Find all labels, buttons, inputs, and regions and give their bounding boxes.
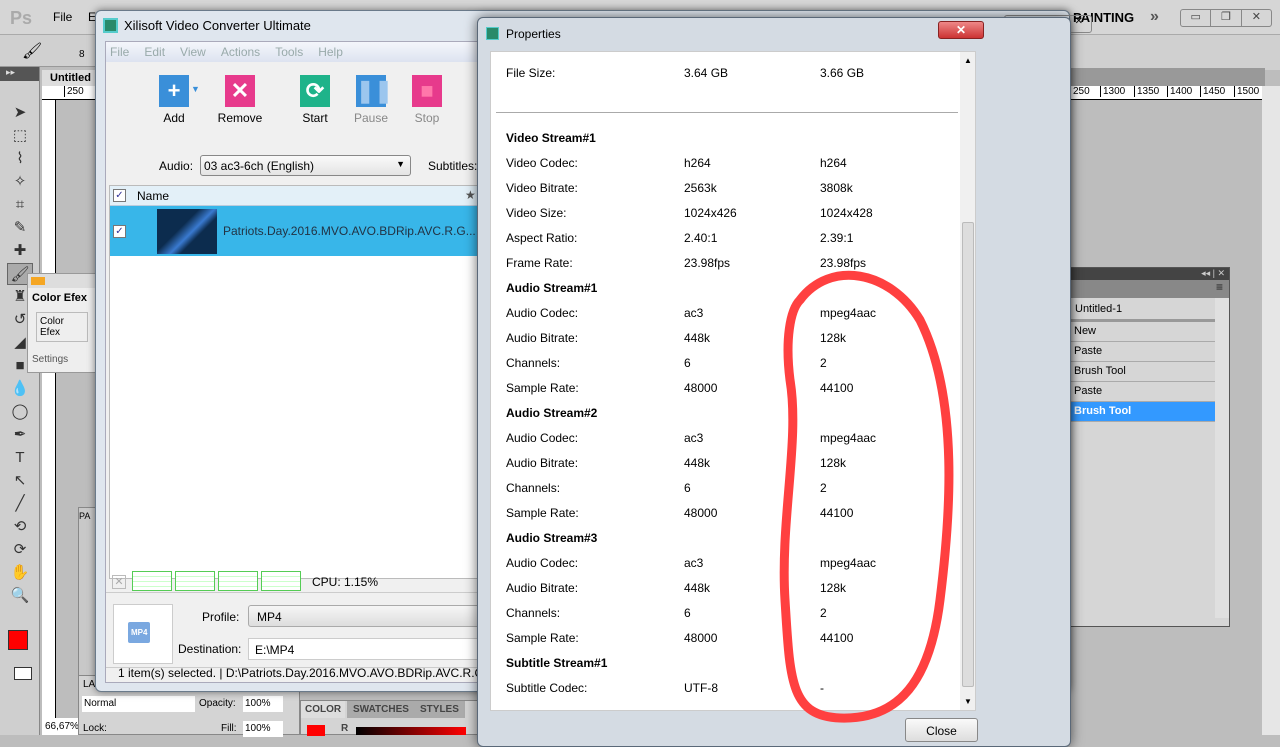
red-annotation-circle [779,270,954,723]
